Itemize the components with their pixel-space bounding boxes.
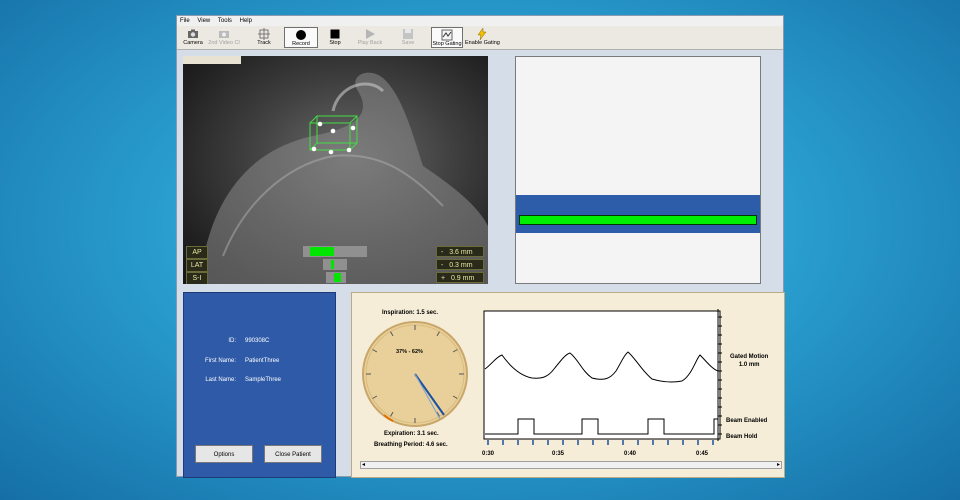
stop-gating-icon: [441, 29, 453, 41]
gated-motion-label: Gated Motion 1.0 mm: [730, 354, 769, 368]
video-icon: [219, 31, 229, 38]
scroll-right-arrow-icon[interactable]: ▸: [777, 461, 780, 468]
play-icon: [366, 29, 375, 39]
ap-label: AP: [186, 246, 208, 259]
lightning-icon: [477, 28, 487, 40]
menu-bar: File View Tools Help: [177, 16, 783, 26]
si-label: S-I: [186, 272, 208, 284]
si-value: + 0.9 mm: [436, 272, 484, 283]
lat-label: LAT: [186, 259, 208, 272]
patient-info-panel: ID: 990308C First Name: PatientThree Las…: [183, 292, 336, 478]
si-gauge: [326, 272, 346, 283]
lat-gauge: [323, 259, 347, 270]
breathing-phase-dial: [362, 321, 468, 427]
menu-tools[interactable]: Tools: [218, 18, 232, 24]
first-name-label: First Name:: [204, 358, 236, 364]
menu-help[interactable]: Help: [240, 18, 252, 24]
lat-value: - 0.3 mm: [436, 259, 484, 270]
first-name-row: First Name: PatientThree: [184, 358, 335, 366]
first-name-value: PatientThree: [245, 358, 280, 364]
record-button[interactable]: Record: [284, 27, 318, 48]
main-window: File View Tools Help Camera 2nd Video Cl…: [176, 15, 785, 478]
time-tick-0: 0:30: [482, 451, 495, 457]
second-video-button[interactable]: 2nd Video Cl: [208, 27, 240, 48]
enable-gating-button[interactable]: Enable Gating: [465, 27, 500, 48]
menu-file[interactable]: File: [180, 18, 190, 24]
timeline-scrollbar[interactable]: ◂ ▸: [360, 461, 782, 469]
ap-value: - 3.6 mm: [436, 246, 484, 257]
options-button[interactable]: Options: [195, 445, 253, 463]
patient-id-label: ID:: [228, 338, 236, 344]
patient-id-row: ID: 990308C: [184, 338, 335, 346]
close-patient-button[interactable]: Close Patient: [264, 445, 322, 463]
scroll-left-arrow-icon[interactable]: ◂: [362, 461, 365, 468]
camera-view[interactable]: AP - 3.6 mm LAT - 0.3 mm S-I + 0.9 mm: [183, 56, 488, 284]
last-name-row: Last Name: SampleThree: [184, 377, 335, 385]
last-name-value: SampleThree: [245, 377, 282, 383]
camera-button[interactable]: Camera: [180, 27, 206, 48]
ap-gauge: [303, 246, 367, 257]
patient-id-value: 990308C: [245, 338, 270, 344]
motion-level-bar: [519, 215, 757, 225]
motion-band: [516, 195, 760, 233]
save-icon: [403, 29, 413, 39]
motion-indicator-panel: [515, 56, 761, 284]
stop-icon: [330, 29, 340, 39]
gating-panel: Inspiration: 1.5 sec. 37% - 62% Expirati…: [351, 292, 785, 478]
gating-window-text: 37% - 62%: [396, 349, 423, 355]
menu-view[interactable]: View: [197, 18, 210, 24]
crosshair-icon: [258, 28, 270, 40]
camera-icon: [188, 29, 198, 38]
si-gauge-fill: [334, 273, 341, 282]
record-icon: [296, 30, 306, 40]
last-name-label: Last Name:: [205, 377, 236, 383]
stop-gating-button[interactable]: Stop Gating: [431, 27, 463, 48]
play-back-button[interactable]: Play Back: [355, 27, 385, 48]
time-tick-1: 0:35: [552, 451, 565, 457]
ap-gauge-fill: [310, 247, 334, 256]
gated-motion-trace: [483, 309, 722, 445]
time-tick-2: 0:40: [624, 451, 637, 457]
inspiration-text: Inspiration: 1.5 sec.: [382, 310, 439, 316]
time-tick-3: 0:45: [696, 451, 709, 457]
breathing-period-text: Breathing Period: 4.6 sec.: [374, 442, 448, 448]
beam-enabled-label: Beam Enabled: [726, 418, 768, 424]
track-button[interactable]: Track: [251, 27, 277, 48]
expiration-text: Expiration: 3.1 sec.: [384, 431, 439, 437]
beam-hold-label: Beam Hold: [726, 434, 758, 440]
toolbar: Camera 2nd Video Cl Track Record Stop Pl…: [177, 26, 783, 50]
save-button[interactable]: Save: [397, 27, 419, 48]
stop-button[interactable]: Stop: [323, 27, 347, 48]
lat-gauge-fill: [331, 260, 334, 269]
